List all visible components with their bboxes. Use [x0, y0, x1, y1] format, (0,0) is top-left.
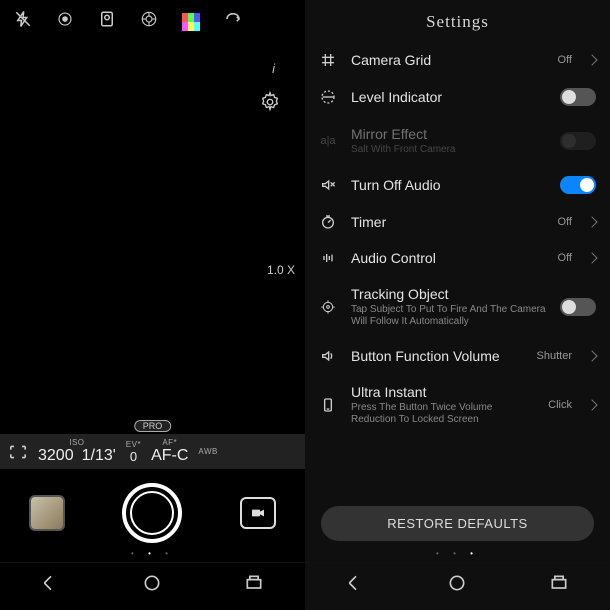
- mute-icon: [317, 177, 339, 193]
- chevron-right-icon: [586, 399, 597, 410]
- recents-icon[interactable]: [244, 573, 264, 598]
- target-icon: [317, 299, 339, 315]
- info-icon[interactable]: i: [272, 61, 275, 76]
- video-mode-button[interactable]: [240, 497, 276, 529]
- aspect-icon[interactable]: [8, 444, 28, 460]
- camera-panel: i 1.0 X PRO ISO 3200 1/13' EV* 0 AF* AF-…: [0, 0, 305, 610]
- hdr-icon[interactable]: [56, 10, 74, 33]
- audio-control-icon: [317, 250, 339, 266]
- exposure-bar: ISO 3200 1/13' EV* 0 AF* AF-C AWB: [0, 434, 305, 469]
- home-icon[interactable]: [447, 573, 467, 598]
- gallery-thumbnail[interactable]: [29, 495, 65, 531]
- flash-off-icon[interactable]: [14, 10, 32, 33]
- recents-icon[interactable]: [549, 573, 569, 598]
- tracking-toggle[interactable]: [560, 298, 596, 316]
- row-camera-grid[interactable]: Camera Grid Off: [305, 42, 610, 78]
- awb-readout[interactable]: AWB: [198, 447, 217, 456]
- iso-readout[interactable]: ISO 3200 1/13': [38, 438, 116, 465]
- chevron-right-icon: [586, 216, 597, 227]
- restore-defaults-button[interactable]: RESTORE DEFAULTS: [321, 506, 594, 541]
- top-icon-row: [0, 0, 305, 43]
- ev-readout[interactable]: EV* 0: [126, 440, 141, 464]
- chevron-right-icon: [586, 252, 597, 263]
- home-icon[interactable]: [142, 573, 162, 598]
- phone-icon: [317, 397, 339, 413]
- nav-bar-right: [305, 562, 610, 610]
- back-icon[interactable]: [346, 573, 366, 598]
- viewfinder[interactable]: i 1.0 X PRO: [0, 43, 305, 434]
- row-turn-off-audio[interactable]: Turn Off Audio: [305, 166, 610, 204]
- chevron-right-icon: [586, 54, 597, 65]
- settings-title: Settings: [305, 0, 610, 42]
- row-audio-control[interactable]: Audio Control Off: [305, 240, 610, 276]
- chevron-right-icon: [586, 350, 597, 361]
- level-toggle[interactable]: [560, 88, 596, 106]
- settings-gear-icon[interactable]: [259, 91, 281, 118]
- mirror-icon: a|a: [317, 135, 339, 147]
- settings-panel: Settings Camera Grid Off Level Indicator…: [305, 0, 610, 610]
- loop-icon[interactable]: [224, 10, 242, 33]
- timer-icon: [317, 214, 339, 230]
- volume-icon: [317, 348, 339, 364]
- page-dots: • • •: [0, 549, 305, 562]
- settings-list[interactable]: Camera Grid Off Level Indicator a|a Mirr…: [305, 42, 610, 498]
- row-tracking-object[interactable]: Tracking Object Tap Subject To Put To Fi…: [305, 276, 610, 338]
- page-dots-right: • • •: [305, 549, 610, 562]
- filter-icon[interactable]: [182, 13, 200, 31]
- audio-toggle[interactable]: [560, 176, 596, 194]
- zoom-label[interactable]: 1.0 X: [267, 263, 295, 277]
- nav-bar: [0, 562, 305, 610]
- shutter-row: [0, 469, 305, 549]
- portrait-icon[interactable]: [98, 10, 116, 33]
- af-readout[interactable]: AF* AF-C: [151, 438, 188, 465]
- aperture-icon[interactable]: [140, 10, 158, 33]
- pro-badge: PRO: [134, 420, 172, 432]
- row-timer[interactable]: Timer Off: [305, 204, 610, 240]
- shutter-button[interactable]: [122, 483, 182, 543]
- grid-icon: [317, 52, 339, 68]
- row-mirror-effect: a|a Mirror Effect Salt With Front Camera: [305, 116, 610, 166]
- back-icon[interactable]: [41, 573, 61, 598]
- row-button-function[interactable]: Button Function Volume Shutter: [305, 338, 610, 374]
- row-level-indicator[interactable]: Level Indicator: [305, 78, 610, 116]
- level-icon: [317, 89, 339, 105]
- row-ultra-instant[interactable]: Ultra Instant Press The Button Twice Vol…: [305, 374, 610, 436]
- mirror-toggle: [560, 132, 596, 150]
